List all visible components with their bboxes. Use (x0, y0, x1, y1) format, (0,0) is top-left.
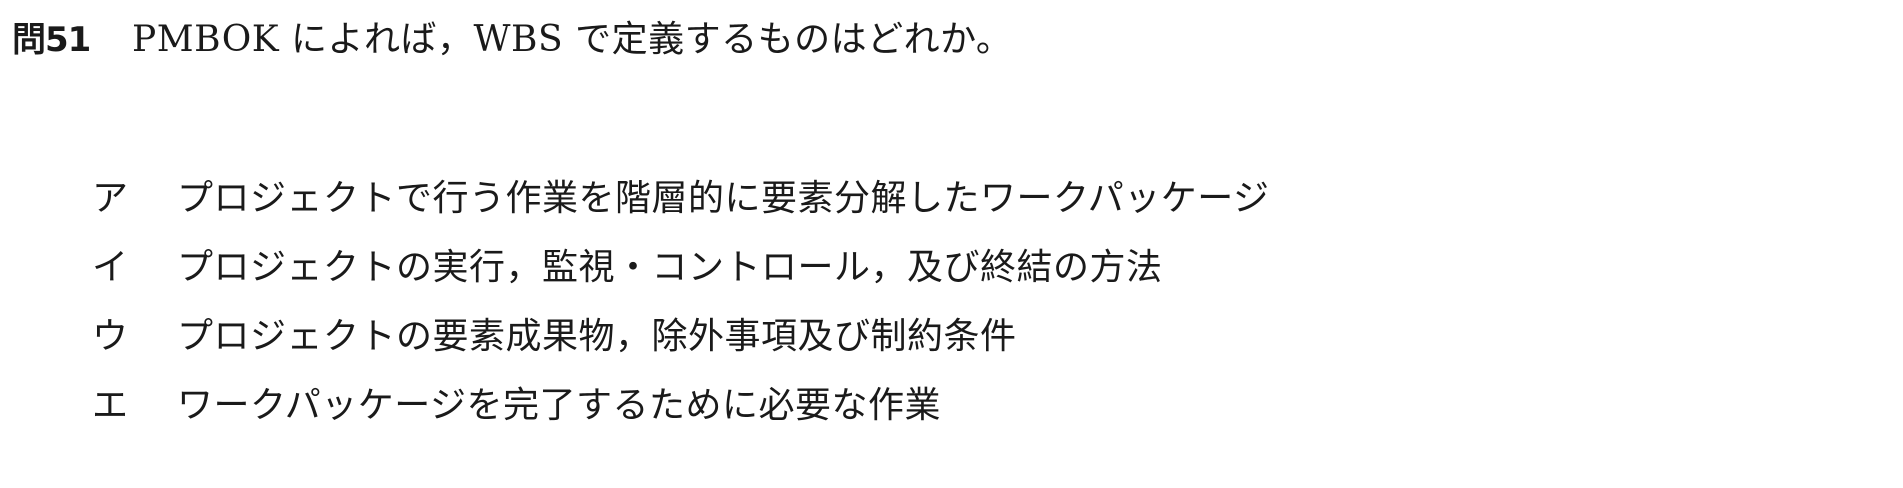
question-number: 問51 (12, 19, 91, 60)
question-header: 問51 PMBOK によれば，WBS で定義するものはどれか。 (12, 8, 1892, 64)
option-key: イ (92, 246, 129, 288)
option-text: プロジェクトの要素成果物，除外事項及び制約条件 (177, 315, 1017, 357)
option-i: イ プロジェクトの実行，監視・コントロール，及び終結の方法 (92, 229, 1792, 298)
option-key: ア (92, 177, 129, 219)
option-u: ウ プロジェクトの要素成果物，除外事項及び制約条件 (92, 298, 1792, 367)
option-e: エ ワークパッケージを完了するために必要な作業 (92, 367, 1792, 436)
option-key: ウ (92, 315, 129, 357)
answer-options: ア プロジェクトで行う作業を階層的に要素分解したワークパッケージ イ プロジェク… (92, 160, 1792, 436)
option-key: エ (92, 384, 129, 426)
option-text: プロジェクトで行う作業を階層的に要素分解したワークパッケージ (177, 177, 1270, 219)
option-text: プロジェクトの実行，監視・コントロール，及び終結の方法 (177, 246, 1163, 288)
option-text: ワークパッケージを完了するために必要な作業 (177, 384, 941, 426)
question-text: PMBOK によれば，WBS で定義するものはどれか。 (132, 19, 1013, 60)
option-a: ア プロジェクトで行う作業を階層的に要素分解したワークパッケージ (92, 160, 1792, 229)
